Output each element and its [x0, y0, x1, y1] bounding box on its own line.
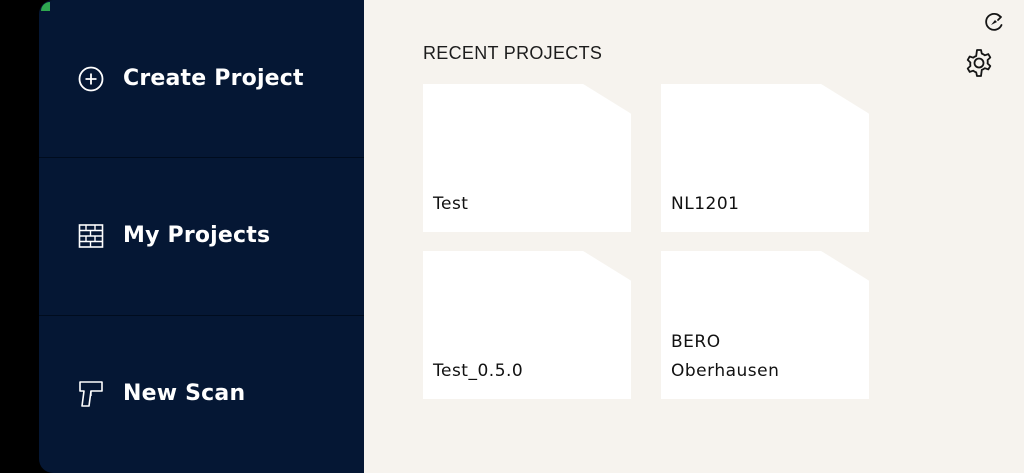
project-card[interactable]: Test — [423, 84, 631, 232]
plus-circle-icon — [77, 65, 105, 93]
my-projects-button[interactable]: My Projects — [39, 157, 364, 314]
project-card[interactable]: NL1201 — [661, 84, 869, 232]
project-card-name: Test_0.5.0 — [433, 361, 524, 381]
my-projects-label: My Projects — [123, 223, 271, 248]
sidebar: Create Project My Projects New Scan — [39, 0, 364, 473]
project-card[interactable]: Test_0.5.0 — [423, 251, 631, 399]
project-card-name: Test — [433, 194, 469, 214]
gear-icon[interactable] — [963, 47, 995, 79]
section-title: RECENT PROJECTS — [423, 43, 603, 63]
project-card-name: BERO Oberhausen — [671, 332, 780, 381]
new-scan-label: New Scan — [123, 381, 246, 406]
brick-wall-icon — [77, 222, 105, 250]
new-scan-button[interactable]: New Scan — [39, 315, 364, 472]
project-card-name: NL1201 — [671, 194, 740, 214]
main-panel: RECENT PROJECTS Test NL1201 Test_0.5.0 B… — [364, 0, 1024, 473]
project-card[interactable]: BERO Oberhausen — [661, 251, 869, 399]
create-project-label: Create Project — [123, 66, 304, 91]
scanner-gun-icon — [77, 380, 105, 408]
create-project-button[interactable]: Create Project — [39, 0, 364, 157]
sync-disabled-icon[interactable] — [983, 11, 1005, 33]
app-screen: Create Project My Projects New Scan RECE… — [0, 0, 1024, 473]
